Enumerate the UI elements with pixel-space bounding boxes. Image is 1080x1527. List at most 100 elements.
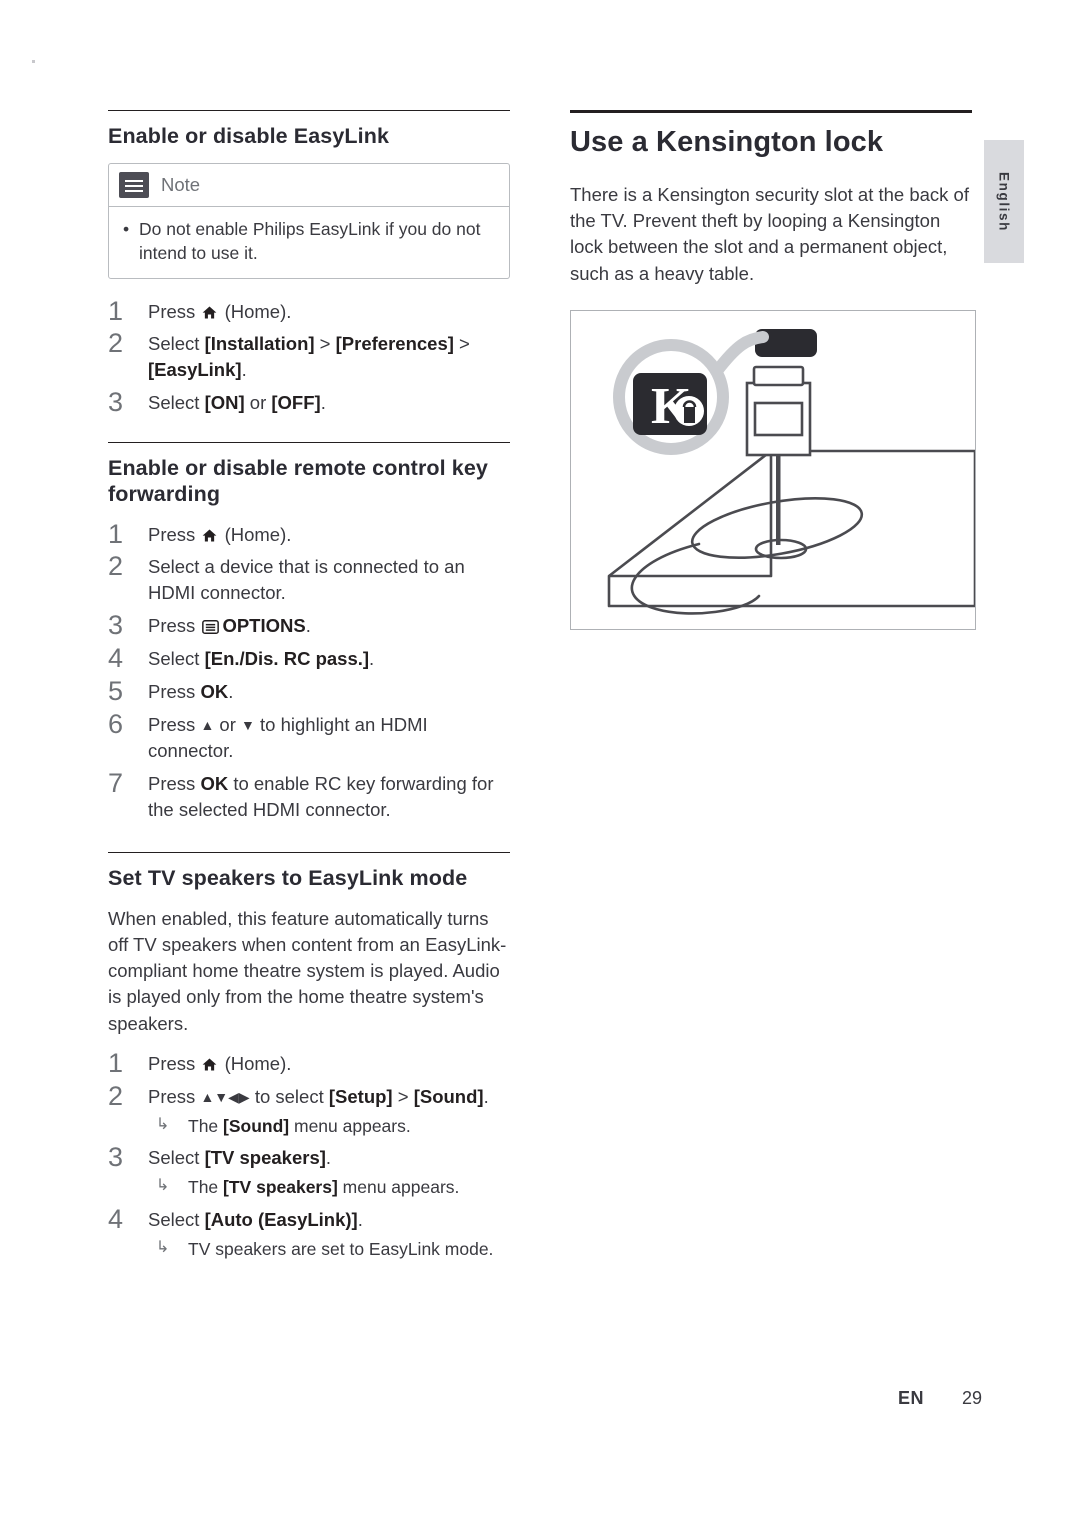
substep-pre: TV speakers are set to EasyLink mode.: [188, 1238, 494, 1259]
footer-locale: EN: [898, 1388, 925, 1408]
note-title: Note: [161, 174, 201, 196]
home-icon: [202, 306, 217, 319]
step-text-post: (Home).: [219, 1052, 292, 1074]
chapter-paragraph-kensington: There is a Kensington security slot at t…: [570, 183, 969, 284]
note-body: • Do not enable Philips EasyLink if you …: [109, 207, 509, 277]
step-text-pre: Press: [148, 680, 201, 702]
menu-path-item: [Auto (EasyLink)]: [204, 1208, 358, 1230]
substep-post: menu appears.: [337, 1177, 460, 1198]
step-text-post: .: [228, 680, 234, 702]
step-item: 1 Press (Home).: [108, 519, 510, 549]
steps-list-rc-forwarding: 1 Press (Home). 2 Select a device that i…: [108, 519, 510, 823]
step-item: 4 Select [En./Dis. RC pass.].: [108, 643, 510, 673]
step-text-pre: Press: [148, 1085, 201, 1107]
note-text: Do not enable Philips EasyLink if you do…: [139, 219, 481, 264]
section-heading-tv-speakers: Set TV speakers to EasyLink mode: [108, 866, 468, 891]
menu-path-item: [Sound]: [413, 1085, 484, 1107]
step-substep: ↳ TV speakers are set to EasyLink mode.: [148, 1237, 510, 1262]
document-page: English Enable or disable EasyLink Note …: [0, 0, 1080, 1527]
section-rule: [108, 110, 510, 111]
footer-page-number: 29: [962, 1388, 983, 1408]
menu-path-item: [TV speakers]: [204, 1147, 326, 1169]
note-bullet: •: [123, 219, 130, 240]
step-number: 2: [108, 551, 124, 582]
step-number: 2: [108, 328, 124, 359]
step-sep: >: [392, 1085, 414, 1107]
step-substep: ↳ The [Sound] menu appears.: [148, 1114, 510, 1139]
right-column: Use a Kensington lock There is a Kensing…: [570, 110, 972, 301]
left-column: Enable or disable EasyLink Note • Do not…: [108, 110, 510, 1275]
step-item: 3 Select [ON] or [OFF].: [108, 387, 510, 417]
home-icon: [202, 529, 217, 542]
menu-path-item: [EasyLink]: [148, 359, 242, 381]
step-text-pre: Select: [148, 1208, 205, 1230]
step-text-pre: Press: [148, 615, 201, 637]
step-text-mid: to select: [249, 1085, 329, 1107]
kensington-lock-illustration: K: [571, 329, 975, 629]
menu-path-item: [OFF]: [271, 392, 321, 414]
chapter-heading-kensington: Use a Kensington lock: [570, 126, 884, 158]
page-corner-mark: [32, 60, 35, 63]
step-number: 3: [108, 387, 124, 418]
step-number: 2: [108, 1080, 124, 1111]
step-item: 1 Press (Home).: [108, 296, 510, 326]
step-item: 7 Press OK to enable RC key forwarding f…: [108, 768, 510, 823]
step-text-pre: Select: [148, 648, 205, 670]
substep-post: menu appears.: [289, 1115, 411, 1136]
step-item: 1 Press (Home).: [108, 1048, 510, 1078]
section-rule: [108, 852, 510, 854]
step-sep: >: [314, 333, 336, 355]
section-heading-rc-forwarding: Enable or disable remote control key for…: [108, 456, 488, 507]
steps-list-easylink: 1 Press (Home). 2 Select [Installation] …: [108, 296, 510, 418]
home-icon: [202, 1058, 217, 1071]
step-text-post: .: [241, 359, 247, 381]
chapter-rule: [570, 110, 972, 113]
menu-path-item: [Preferences]: [335, 333, 454, 355]
step-sep: or: [244, 392, 272, 414]
step-text: Select a device that is connected to an …: [148, 556, 465, 604]
step-number: 3: [108, 1142, 124, 1173]
step-text-post: .: [305, 615, 311, 637]
menu-path-item: [Setup]: [328, 1085, 393, 1107]
step-text-post: .: [369, 648, 375, 670]
step-number: 4: [108, 1203, 124, 1234]
substep-pre: The: [188, 1177, 224, 1198]
step-text-post: .: [357, 1208, 363, 1230]
step-text-post: .: [325, 1147, 332, 1169]
step-text-post: .: [320, 392, 326, 414]
step-substep: ↳ The [TV speakers] menu appears.: [148, 1175, 510, 1200]
step-number: 7: [108, 767, 124, 798]
arrow-down-icon: ▼: [241, 716, 255, 733]
note-list-item: • Do not enable Philips EasyLink if you …: [123, 217, 495, 265]
substep-pre: The: [188, 1115, 224, 1136]
section-heading-easylink: Enable or disable EasyLink: [108, 124, 390, 148]
menu-path-item: [ON]: [204, 392, 245, 414]
substep-arrow-icon: ↳: [156, 1177, 170, 1195]
section-paragraph-tv-speakers: When enabled, this feature automatically…: [108, 907, 507, 1034]
step-item: 3 Select [TV speakers]. ↳ The [TV speaker…: [108, 1142, 510, 1200]
note-header: Note: [109, 164, 509, 208]
step-text-pre: Select: [148, 1147, 205, 1169]
step-text-pre: Select: [148, 333, 205, 355]
section-rule: [108, 442, 510, 444]
menu-path-item: [Sound]: [223, 1115, 290, 1136]
options-icon: [202, 620, 220, 635]
menu-path-item: [TV speakers]: [223, 1177, 338, 1198]
kensington-lock-figure: K: [570, 310, 976, 630]
menu-path-item: [Installation]: [204, 333, 315, 355]
step-item: 2 Select a device that is connected to a…: [108, 551, 510, 606]
arrow-up-icon: ▲: [200, 716, 215, 733]
nav-arrows-icon: ▲▼◀▶: [200, 1088, 250, 1105]
step-text-pre: Press: [148, 523, 201, 545]
note-icon: [119, 172, 149, 199]
step-item: 5 Press OK.: [108, 676, 510, 706]
step-text-post: (Home).: [219, 300, 292, 322]
step-sep: >: [453, 333, 470, 355]
step-text-pre: Press: [148, 1052, 201, 1074]
step-text-post: .: [483, 1085, 489, 1107]
step-text-post: (Home).: [219, 523, 292, 545]
button-name: OK: [200, 680, 229, 702]
step-item: 6 Press ▲ or ▼ to highlight an HDMI conn…: [108, 709, 510, 764]
button-name: OPTIONS: [222, 615, 306, 637]
steps-list-tv-speakers: 1 Press (Home). 2 Press ▲▼◀▶ to select […: [108, 1048, 510, 1262]
